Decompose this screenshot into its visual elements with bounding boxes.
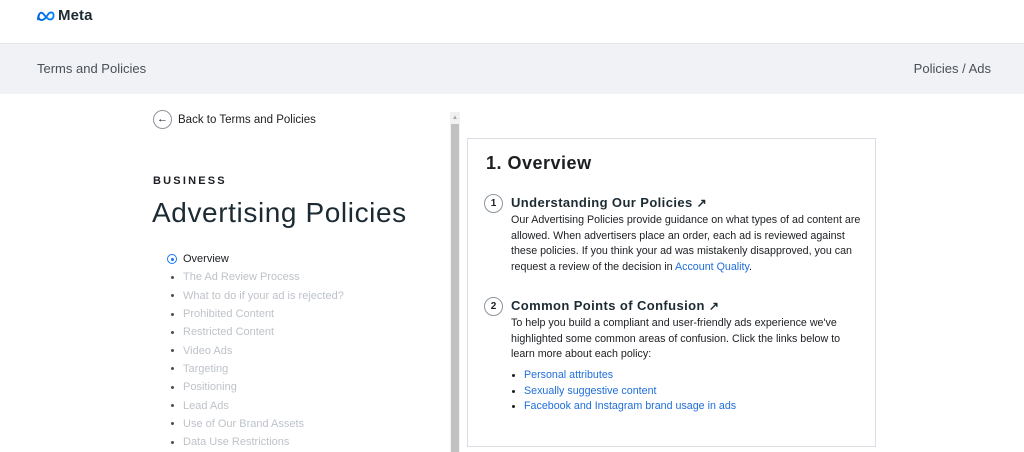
brand-name: Meta bbox=[58, 7, 93, 24]
arrow-left-icon: ← bbox=[153, 110, 172, 129]
nav-item-prohibited-content[interactable]: Prohibited Content bbox=[167, 305, 344, 323]
nav-item-lead-ads[interactable]: Lead Ads bbox=[167, 396, 344, 414]
sub-navigation: Terms and Policies Policies / Ads bbox=[0, 43, 1024, 94]
category-eyebrow: BUSINESS bbox=[153, 175, 227, 187]
nav-item-data-use[interactable]: Data Use Restrictions bbox=[167, 433, 344, 451]
policy-nav: Overview The Ad Review Process What to d… bbox=[167, 250, 344, 451]
bullet-icon bbox=[167, 327, 177, 337]
bullet-icon bbox=[167, 419, 177, 429]
bullet-icon bbox=[167, 437, 177, 447]
nav-item-targeting[interactable]: Targeting bbox=[167, 360, 344, 378]
active-bullet-icon bbox=[167, 254, 177, 265]
section-heading-link[interactable]: Understanding Our Policies ↗ bbox=[511, 195, 707, 210]
meta-logo[interactable]: Meta bbox=[36, 7, 93, 24]
nav-item-overview[interactable]: Overview bbox=[167, 250, 344, 268]
external-link-arrow-icon: ↗ bbox=[708, 299, 720, 313]
section-common-confusion: 2 Common Points of Confusion ↗ To help yo… bbox=[484, 297, 864, 422]
step-number-badge: 2 bbox=[484, 297, 503, 316]
section-understanding-policies: 1 Understanding Our Policies ↗ Our Advert… bbox=[484, 194, 864, 284]
nav-item-ad-rejected[interactable]: What to do if your ad is rejected? bbox=[167, 287, 344, 305]
nav-item-restricted-content[interactable]: Restricted Content bbox=[167, 323, 344, 341]
scrollbar[interactable]: ▲ bbox=[450, 112, 460, 452]
external-link-arrow-icon: ↗ bbox=[696, 196, 708, 210]
overview-card: 1. Overview 1 Understanding Our Policies… bbox=[467, 138, 876, 447]
bullet-icon bbox=[167, 272, 177, 282]
scroll-up-arrow-icon[interactable]: ▲ bbox=[450, 112, 460, 124]
top-bar: Meta bbox=[0, 0, 1024, 43]
section-heading-link[interactable]: Common Points of Confusion ↗ bbox=[511, 298, 719, 313]
back-link[interactable]: ← Back to Terms and Policies bbox=[153, 110, 316, 129]
section-body: Our Advertising Policies provide guidanc… bbox=[511, 214, 861, 273]
nav-item-video-ads[interactable]: Video Ads bbox=[167, 341, 344, 359]
section-body: To help you build a compliant and user-f… bbox=[511, 317, 841, 361]
brand-usage-link[interactable]: Facebook and Instagram brand usage in ad… bbox=[524, 399, 736, 415]
back-link-label: Back to Terms and Policies bbox=[178, 113, 316, 126]
meta-infinity-icon bbox=[37, 11, 55, 21]
account-quality-link[interactable]: Account Quality bbox=[675, 261, 749, 273]
nav-item-brand-assets[interactable]: Use of Our Brand Assets bbox=[167, 415, 344, 433]
policy-links-list: Personal attributes Sexually suggestive … bbox=[511, 368, 736, 415]
bullet-icon bbox=[167, 382, 177, 392]
page-title: Advertising Policies bbox=[152, 197, 407, 228]
terms-and-policies-link[interactable]: Terms and Policies bbox=[37, 61, 146, 76]
list-item: Sexually suggestive content bbox=[511, 384, 736, 400]
list-item: Personal attributes bbox=[511, 368, 736, 384]
step-number-badge: 1 bbox=[484, 194, 503, 213]
sexually-suggestive-content-link[interactable]: Sexually suggestive content bbox=[524, 384, 657, 400]
bullet-icon bbox=[167, 309, 177, 319]
scrollbar-thumb[interactable] bbox=[451, 124, 459, 452]
nav-item-ad-review-process[interactable]: The Ad Review Process bbox=[167, 268, 344, 286]
bullet-icon bbox=[167, 291, 177, 301]
bullet-icon bbox=[167, 364, 177, 374]
nav-item-positioning[interactable]: Positioning bbox=[167, 378, 344, 396]
card-title: 1. Overview bbox=[486, 153, 592, 173]
personal-attributes-link[interactable]: Personal attributes bbox=[524, 368, 613, 384]
section-breadcrumb[interactable]: Policies / Ads bbox=[914, 61, 991, 76]
list-item: Facebook and Instagram brand usage in ad… bbox=[511, 399, 736, 415]
bullet-icon bbox=[167, 401, 177, 411]
bullet-icon bbox=[167, 346, 177, 356]
